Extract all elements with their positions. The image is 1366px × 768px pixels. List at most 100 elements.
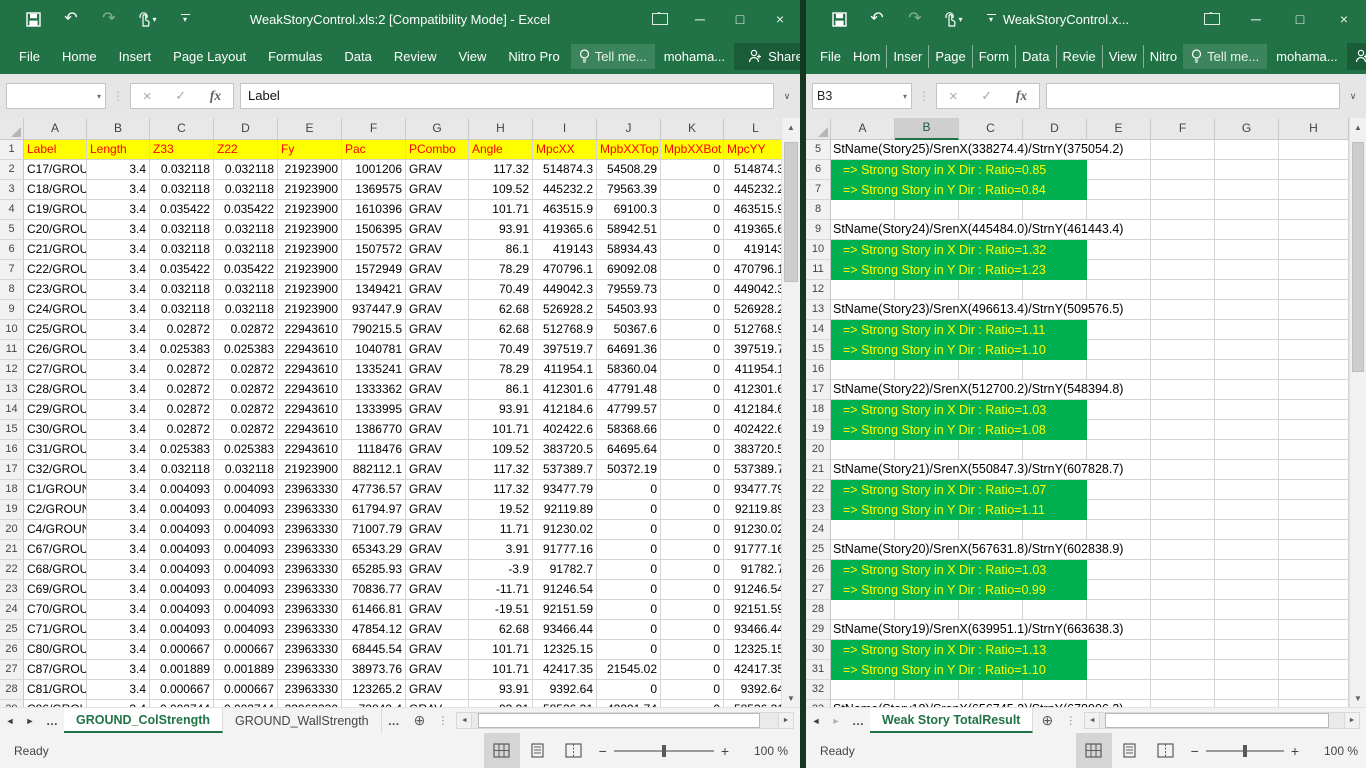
- row-header[interactable]: 4: [0, 200, 24, 220]
- cell[interactable]: 117.32: [469, 460, 533, 480]
- cell[interactable]: [1151, 400, 1215, 420]
- cell[interactable]: 109.52: [469, 180, 533, 200]
- insert-function-icon[interactable]: fx: [1016, 88, 1027, 104]
- header-cell[interactable]: MpbXXBot: [661, 140, 724, 160]
- expand-formula-bar-icon[interactable]: ∨: [1346, 91, 1360, 102]
- cell[interactable]: GRAV: [406, 260, 469, 280]
- row-header[interactable]: 5: [806, 140, 831, 160]
- cell[interactable]: 78.29: [469, 360, 533, 380]
- cell[interactable]: [1087, 340, 1151, 360]
- cell[interactable]: 1040781: [342, 340, 406, 360]
- cell[interactable]: 91246.54: [533, 580, 597, 600]
- cell[interactable]: 1349421: [342, 280, 406, 300]
- cell[interactable]: [1023, 360, 1087, 380]
- cell[interactable]: 9392.64: [724, 680, 781, 700]
- row-header[interactable]: 7: [0, 260, 24, 280]
- cell[interactable]: 93477.79: [724, 480, 781, 500]
- cell[interactable]: 1369575: [342, 180, 406, 200]
- enter-icon[interactable]: ✓: [981, 88, 992, 104]
- row-header[interactable]: 23: [806, 500, 831, 520]
- cell[interactable]: [1279, 500, 1349, 520]
- cell[interactable]: 463515.9: [533, 200, 597, 220]
- page-layout-view-button[interactable]: [1112, 733, 1148, 768]
- cell[interactable]: 58934.43: [597, 240, 661, 260]
- cell[interactable]: 449042.3: [724, 280, 781, 300]
- cell[interactable]: [1215, 440, 1279, 460]
- sheet-tab-weak-story-totalresult[interactable]: Weak Story TotalResult: [870, 708, 1033, 733]
- expand-formula-bar-icon[interactable]: ∨: [780, 91, 794, 102]
- cell[interactable]: [895, 600, 959, 620]
- cell[interactable]: 0.02872: [150, 320, 214, 340]
- cell[interactable]: 1333995: [342, 400, 406, 420]
- column-header-k[interactable]: K: [661, 118, 724, 140]
- cell[interactable]: 3.4: [87, 460, 150, 480]
- share-button[interactable]: Share: [734, 43, 800, 70]
- cell[interactable]: 64695.64: [597, 440, 661, 460]
- row-header[interactable]: 16: [806, 360, 831, 380]
- cell[interactable]: 22943610: [278, 360, 342, 380]
- ribbon-display-options-button[interactable]: [1190, 4, 1234, 34]
- ribbon-tab-insert[interactable]: Insert: [108, 44, 163, 69]
- cell[interactable]: 22943610: [278, 320, 342, 340]
- cell[interactable]: GRAV: [406, 680, 469, 700]
- cell[interactable]: 123265.2: [342, 680, 406, 700]
- cell[interactable]: [1279, 380, 1349, 400]
- column-header-i[interactable]: I: [533, 118, 597, 140]
- row-header[interactable]: 10: [806, 240, 831, 260]
- header-cell[interactable]: MpbXXTop: [597, 140, 661, 160]
- cell[interactable]: 412301.6: [724, 380, 781, 400]
- cell[interactable]: 21923900: [278, 220, 342, 240]
- cell[interactable]: [1279, 460, 1349, 480]
- cell[interactable]: [1151, 380, 1215, 400]
- cell[interactable]: [1087, 600, 1151, 620]
- cell[interactable]: 21923900: [278, 300, 342, 320]
- normal-view-button[interactable]: [1076, 733, 1112, 768]
- page-break-view-button[interactable]: [1148, 733, 1184, 768]
- cell[interactable]: [831, 520, 895, 540]
- cell[interactable]: 937447.9: [342, 300, 406, 320]
- cell[interactable]: 0.032118: [214, 220, 278, 240]
- cell[interactable]: 0.035422: [214, 200, 278, 220]
- cell[interactable]: GRAV: [406, 560, 469, 580]
- cell[interactable]: [1151, 200, 1215, 220]
- cell[interactable]: 91230.02: [533, 520, 597, 540]
- cell[interactable]: 0.02872: [214, 400, 278, 420]
- cell[interactable]: [1151, 640, 1215, 660]
- cell[interactable]: [1279, 660, 1349, 680]
- cell[interactable]: 3.4: [87, 480, 150, 500]
- cell[interactable]: [1215, 280, 1279, 300]
- cell[interactable]: 79559.73: [597, 280, 661, 300]
- cell[interactable]: 0: [597, 500, 661, 520]
- cell[interactable]: [959, 440, 1023, 460]
- sheet-nav-next-button[interactable]: ►: [826, 716, 846, 726]
- cell[interactable]: 21923900: [278, 200, 342, 220]
- cell[interactable]: 22943610: [278, 340, 342, 360]
- cell[interactable]: 0: [661, 160, 724, 180]
- horizontal-scroll-thumb[interactable]: [478, 713, 759, 728]
- cell[interactable]: 117.32: [469, 480, 533, 500]
- cell[interactable]: 54503.93: [597, 300, 661, 320]
- cell[interactable]: [831, 440, 895, 460]
- row-header[interactable]: 9: [0, 300, 24, 320]
- row-header[interactable]: 24: [0, 600, 24, 620]
- undo-button[interactable]: ↶: [52, 6, 90, 32]
- cell[interactable]: [1087, 680, 1151, 700]
- row-header[interactable]: 21: [806, 460, 831, 480]
- cell[interactable]: 12325.15: [724, 640, 781, 660]
- cell[interactable]: 93477.79: [533, 480, 597, 500]
- scroll-right-icon[interactable]: ►: [778, 712, 794, 729]
- cell[interactable]: 0.032118: [150, 160, 214, 180]
- cell[interactable]: 0: [661, 360, 724, 380]
- cell[interactable]: 101.71: [469, 660, 533, 680]
- cell[interactable]: 23963330: [278, 620, 342, 640]
- cell[interactable]: [1151, 240, 1215, 260]
- cell[interactable]: 93.91: [469, 700, 533, 707]
- cell[interactable]: 411954.1: [724, 360, 781, 380]
- cell[interactable]: [895, 280, 959, 300]
- cell[interactable]: [1151, 280, 1215, 300]
- horizontal-scroll-thumb[interactable]: [1105, 713, 1329, 728]
- sheet-tab-ground-wallstrength[interactable]: GROUND_WallStrength: [223, 708, 382, 733]
- cell[interactable]: GRAV: [406, 480, 469, 500]
- cell[interactable]: 445232.2: [724, 180, 781, 200]
- cell[interactable]: C18/GROUND: [24, 180, 87, 200]
